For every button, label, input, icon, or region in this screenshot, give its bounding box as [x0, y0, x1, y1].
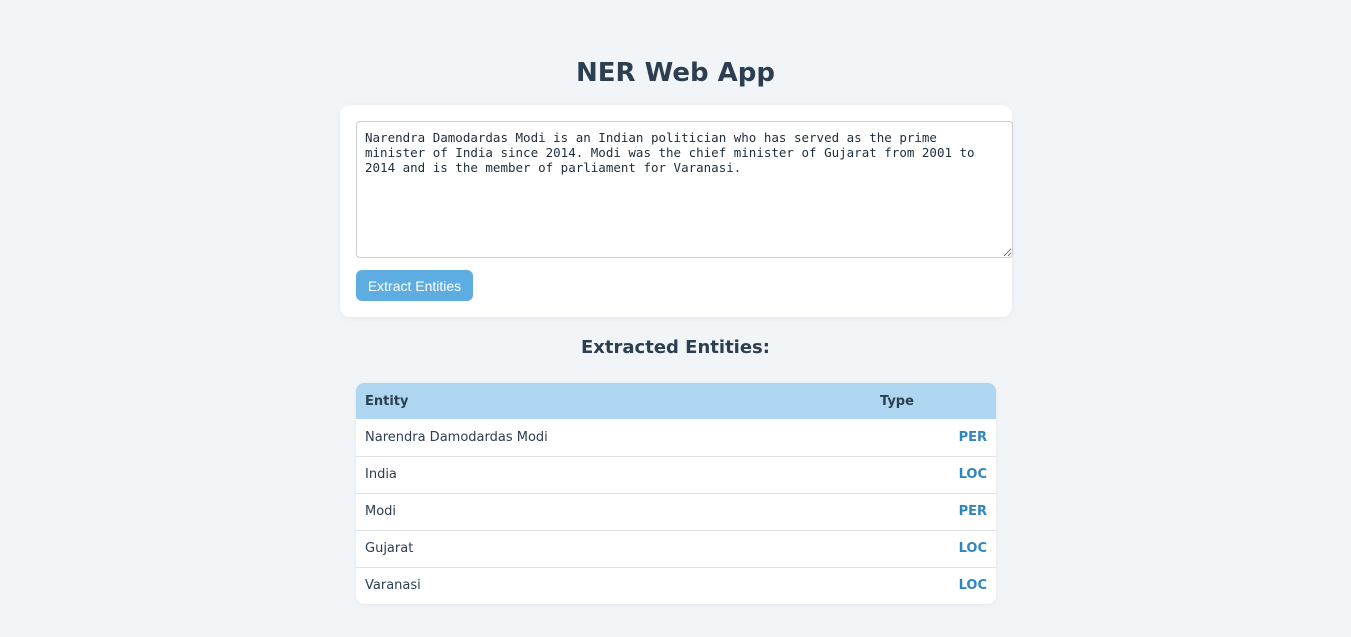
entity-cell: Varanasi [365, 578, 421, 594]
entity-type-cell: LOC [958, 541, 987, 556]
table-row: Varanasi LOC [356, 567, 996, 604]
extract-entities-button[interactable]: Extract Entities [356, 270, 473, 301]
input-card: Extract Entities [340, 105, 1013, 317]
entity-cell: Modi [365, 504, 397, 519]
results-heading: Extracted Entities: [581, 337, 770, 358]
entity-type-cell: LOC [958, 467, 987, 482]
table-header-row: Entity Type [356, 383, 996, 419]
entity-type-cell: PER [958, 504, 987, 519]
table-body: Narendra Damodardas Modi PER India LOC M… [356, 419, 996, 604]
column-header-type: Type [880, 393, 914, 409]
column-header-entity: Entity [365, 393, 409, 409]
entity-cell: India [365, 467, 397, 482]
entity-table: Entity Type Narendra Damodardas Modi PER… [356, 383, 996, 604]
page-title: NER Web App [576, 58, 775, 88]
entity-cell: Narendra Damodardas Modi [365, 429, 548, 445]
table-row: Gujarat LOC [356, 530, 996, 567]
page: NER Web App Extract Entities Extracted E… [0, 0, 1351, 637]
table-row: Modi PER [356, 493, 996, 530]
entity-type-cell: LOC [958, 578, 987, 594]
entity-type-cell: PER [958, 429, 987, 445]
table-row: Narendra Damodardas Modi PER [356, 419, 996, 456]
table-row: India LOC [356, 456, 996, 493]
entity-cell: Gujarat [365, 541, 414, 556]
entity-table-container: Entity Type Narendra Damodardas Modi PER… [356, 383, 996, 604]
text-input[interactable] [356, 121, 1013, 258]
